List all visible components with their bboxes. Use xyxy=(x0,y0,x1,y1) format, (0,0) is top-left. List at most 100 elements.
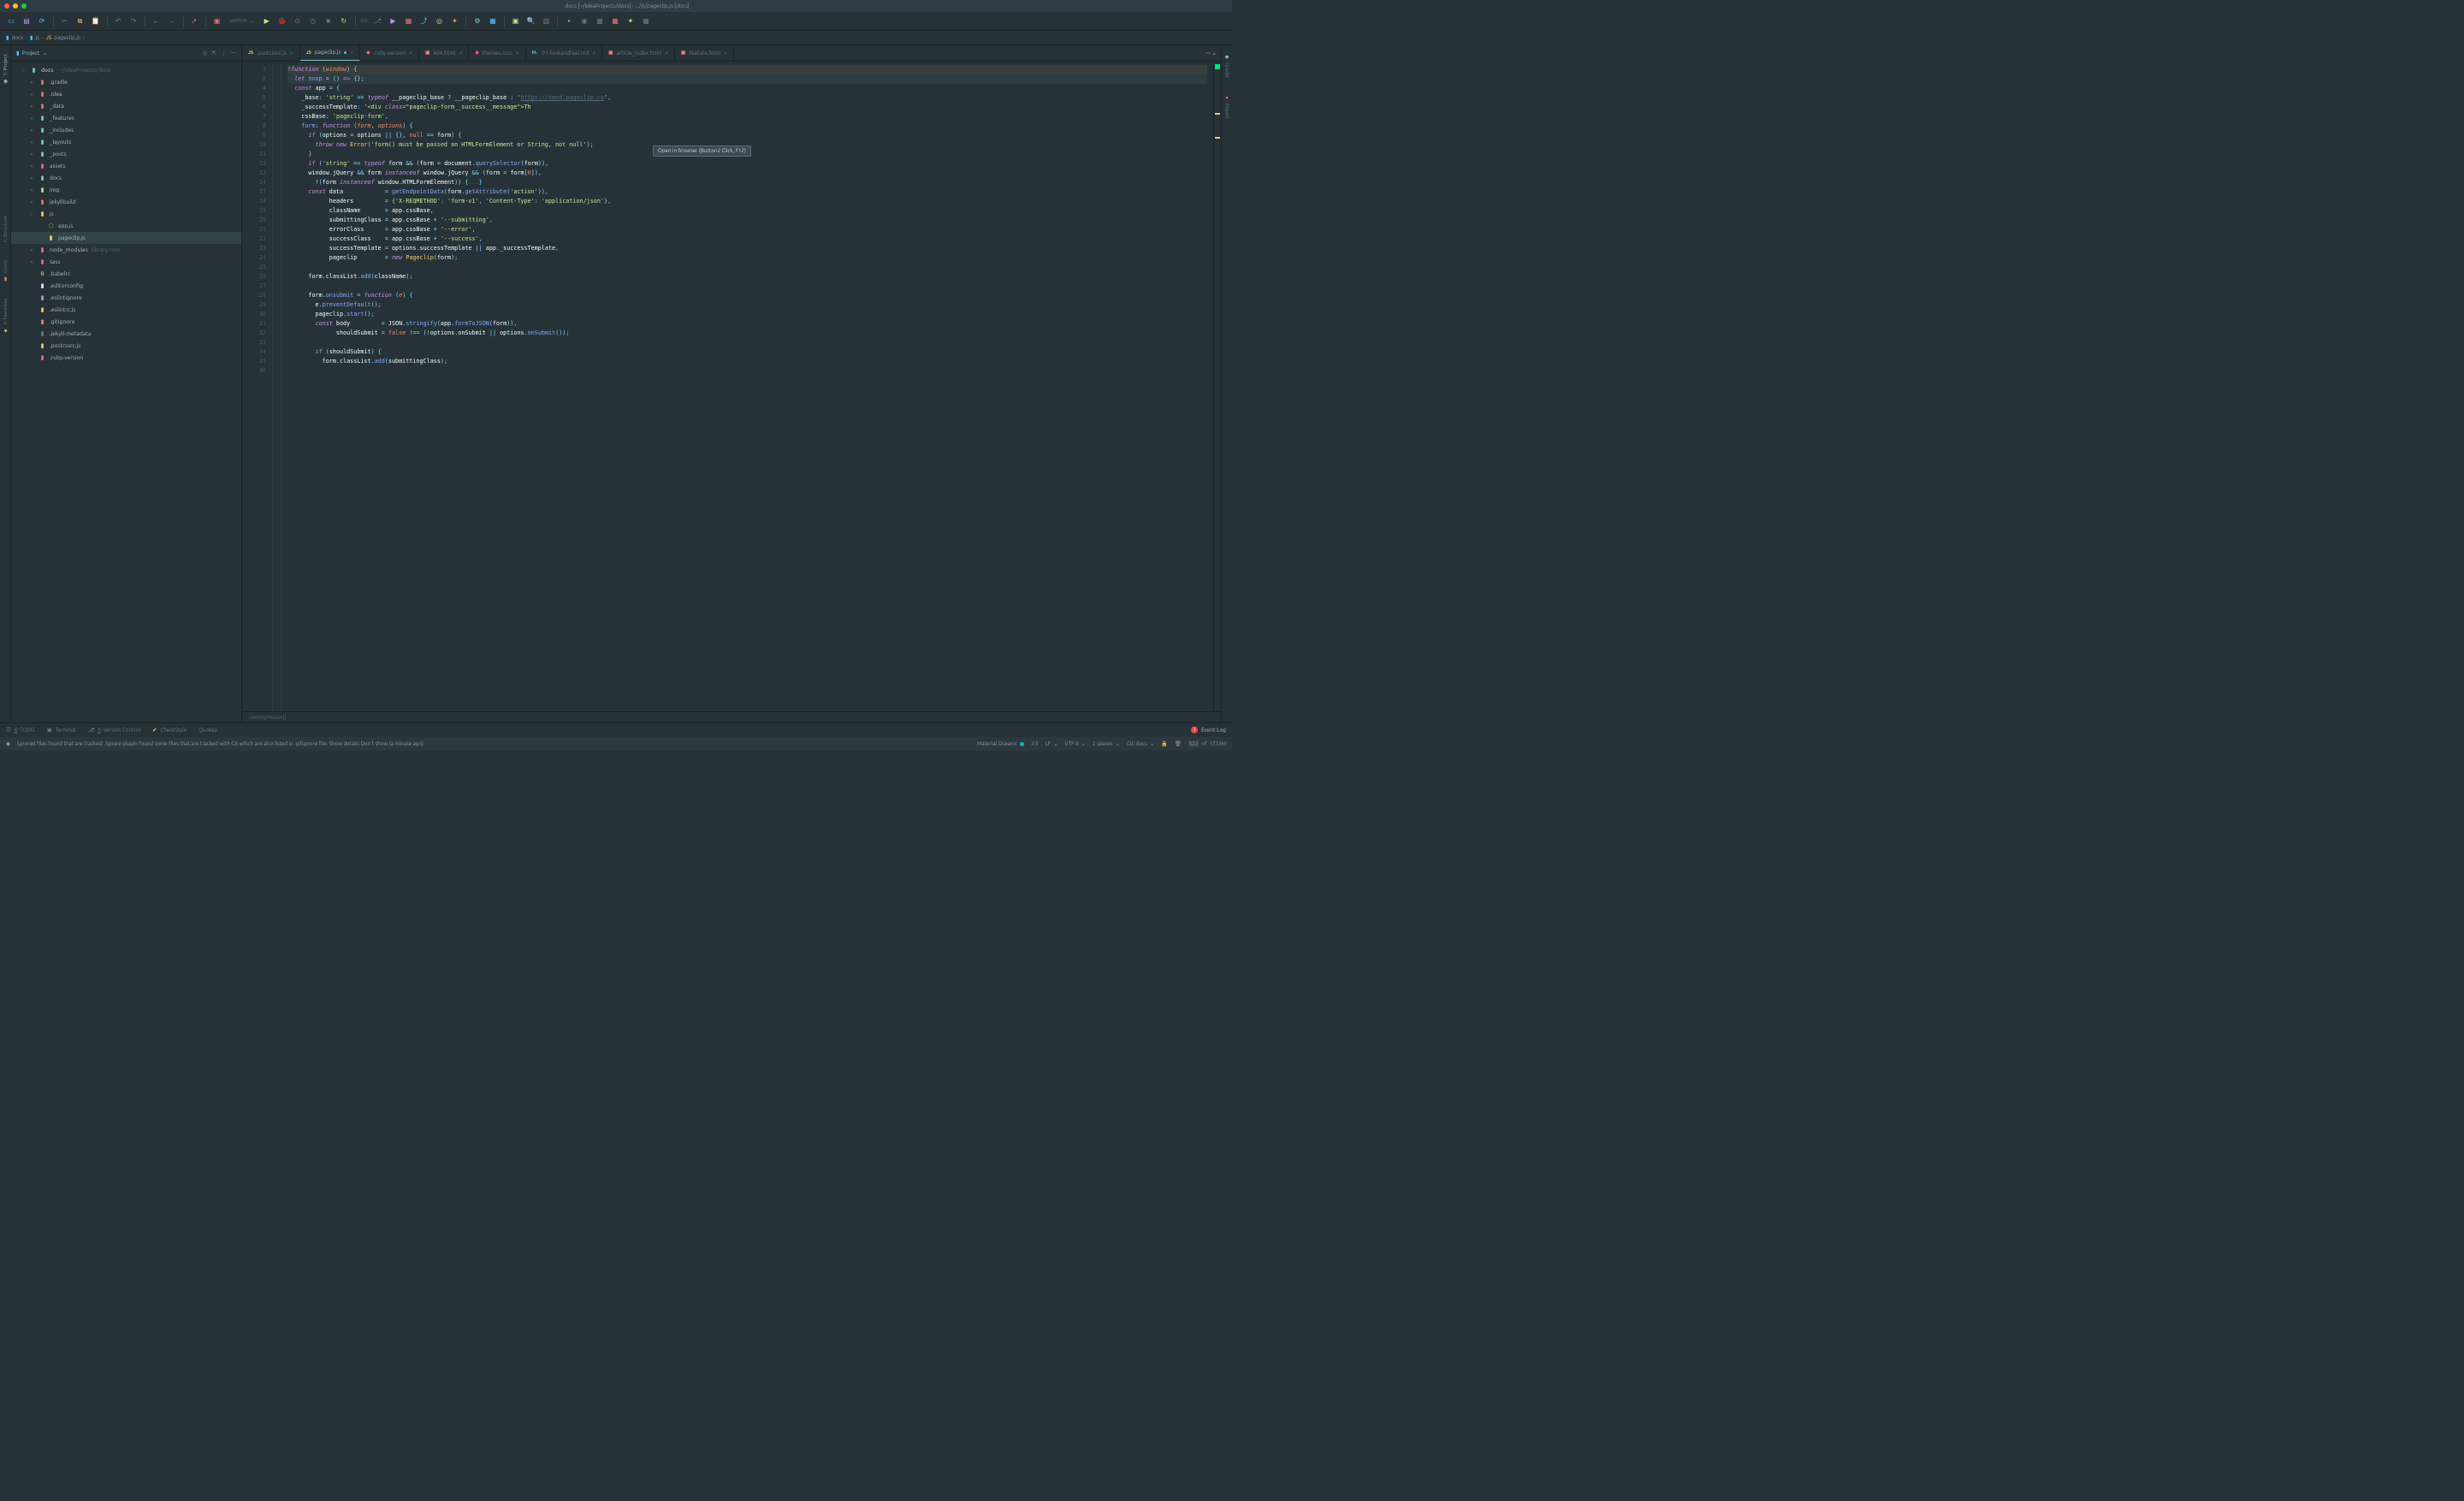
expand-arrow-icon[interactable]: + xyxy=(30,247,35,253)
project-tree[interactable]: − ▮ docs ~/IdeaProjects/docs +▮.gradle+▮… xyxy=(11,62,241,722)
code-editor[interactable]: 1245678910111213141718192021222324252627… xyxy=(242,62,1221,711)
tree-file[interactable]: ▮.editorconfig xyxy=(11,280,241,292)
tree-file[interactable]: ▮.postcssrc.js xyxy=(11,340,241,352)
vcs-push-button[interactable]: ⤴ xyxy=(418,15,429,27)
tree-folder[interactable]: +▮_layouts xyxy=(11,136,241,148)
minimap-button[interactable]: ▥ xyxy=(540,15,552,27)
expand-arrow-icon[interactable]: + xyxy=(30,163,35,169)
event-log-button[interactable]: 3 Event Log xyxy=(1191,727,1226,733)
paste-button[interactable]: 📋 xyxy=(90,15,102,27)
tool-button-2[interactable]: ◉ xyxy=(578,15,590,27)
tool-button-3[interactable]: ▦ xyxy=(594,15,606,27)
tool-button-5[interactable]: ✦ xyxy=(625,15,637,27)
tree-folder[interactable]: +▮_includes xyxy=(11,124,241,136)
tree-file[interactable]: ▮pageclip.js xyxy=(11,232,241,244)
rerun-button[interactable]: ↻ xyxy=(338,15,350,27)
editor-tab[interactable]: M↓01-lookandfeel.md× xyxy=(526,45,603,61)
status-message[interactable]: Ignored files found that are tracked: .i… xyxy=(17,741,970,747)
editor-tab[interactable]: JSpageclip.js× xyxy=(300,45,361,61)
tree-file[interactable]: ⬡app.js xyxy=(11,220,241,232)
git-branch-selector[interactable]: Git: docs⌄ xyxy=(1127,741,1154,747)
stop-icon[interactable]: ▣ xyxy=(211,15,223,27)
cursor-position[interactable]: 3:5 xyxy=(1031,741,1039,747)
grid-button[interactable]: ▦ xyxy=(487,15,499,27)
tool-button-1[interactable]: ▪ xyxy=(563,15,575,27)
tree-file[interactable]: ▮.ruby-version xyxy=(11,352,241,364)
tool-button-6[interactable]: ▦ xyxy=(640,15,652,27)
fold-gutter[interactable] xyxy=(273,62,281,711)
sync-button[interactable]: ⟳ xyxy=(36,15,48,27)
gradle-tool-tab[interactable]: ◆Gradle xyxy=(1224,54,1230,78)
run-button[interactable]: ▶ xyxy=(261,15,273,27)
maven-tool-tab[interactable]: ▾Maven xyxy=(1224,95,1230,119)
tree-file[interactable]: ▮.gitignore xyxy=(11,316,241,328)
terminal-button[interactable]: ▣ xyxy=(509,15,521,27)
encoding-selector[interactable]: UTF-8⌄ xyxy=(1064,741,1086,747)
grunt-tool-tab[interactable]: ▮Grunt xyxy=(3,260,9,282)
terminal-tool-tab[interactable]: ▣Terminal xyxy=(47,727,76,733)
collapse-icon[interactable]: ⇱ xyxy=(212,50,216,56)
tree-folder[interactable]: +▮_posts xyxy=(11,148,241,160)
cut-button[interactable]: ✂ xyxy=(59,15,71,27)
breadcrumb-item[interactable]: ▮ docs › xyxy=(6,34,27,41)
close-tab-icon[interactable]: × xyxy=(459,50,463,56)
vcs-branch-button[interactable]: ⎇ xyxy=(371,15,383,27)
trash-icon[interactable]: 🗑 xyxy=(1175,740,1182,747)
search-button[interactable]: 🔍 xyxy=(524,15,536,27)
coverage-button[interactable]: ⊙ xyxy=(292,15,304,27)
status-link[interactable]: Don't show xyxy=(361,741,388,747)
theme-selector[interactable]: Material Oceanic xyxy=(977,741,1024,747)
tree-file[interactable]: ▮.jekyll-metadata xyxy=(11,328,241,340)
run-config-selector[interactable]: WATCH ⌄ xyxy=(227,17,258,25)
build-button[interactable]: ➚ xyxy=(188,15,200,27)
close-tab-icon[interactable]: × xyxy=(350,50,353,56)
vcs-history-button[interactable]: ▦ xyxy=(402,15,414,27)
forward-button[interactable]: → xyxy=(166,15,178,27)
breadcrumb-item[interactable]: JS pageclip.js › xyxy=(46,35,85,41)
open-button[interactable]: ▭ xyxy=(5,15,17,27)
vcs-commit-button[interactable]: ▶ xyxy=(387,15,399,27)
checkstyle-tool-tab[interactable]: ✔CheckStyle xyxy=(152,727,187,733)
tree-root[interactable]: − ▮ docs ~/IdeaProjects/docs xyxy=(11,64,241,76)
expand-arrow-icon[interactable]: − xyxy=(30,211,35,217)
tree-folder[interactable]: +▮sass xyxy=(11,256,241,268)
tree-folder[interactable]: +▮node_modules library root xyxy=(11,244,241,256)
marker-icon[interactable] xyxy=(1215,137,1220,139)
collapse-arrow-icon[interactable]: − xyxy=(21,68,27,74)
structure-tool-tab[interactable]: 7: Structure xyxy=(3,216,9,243)
todo-tool-tab[interactable]: ☰6: TODO xyxy=(6,727,35,733)
expand-arrow-icon[interactable]: + xyxy=(30,259,35,265)
back-button[interactable]: ← xyxy=(151,15,163,27)
editor-tab[interactable]: ▣article_index.html× xyxy=(602,45,675,61)
editor-tab[interactable]: ▣404.html× xyxy=(419,45,469,61)
tree-file[interactable]: B.babelrc xyxy=(11,268,241,280)
tree-file[interactable]: ▮.eslintignore xyxy=(11,292,241,304)
notification-icon[interactable]: ◆ xyxy=(6,741,10,747)
editor-tab[interactable]: ◆.ruby-version× xyxy=(360,45,419,61)
close-tab-icon[interactable]: × xyxy=(409,50,412,56)
close-window-button[interactable] xyxy=(4,3,9,9)
close-tab-icon[interactable]: × xyxy=(290,50,293,56)
marker-icon[interactable] xyxy=(1215,113,1220,115)
settings-button[interactable]: ⚙ xyxy=(471,15,483,27)
close-tab-icon[interactable]: × xyxy=(665,50,668,56)
line-gutter[interactable]: 1245678910111213141718192021222324252627… xyxy=(242,62,273,711)
debug-button[interactable]: 🐞 xyxy=(276,15,288,27)
close-tab-icon[interactable]: × xyxy=(516,50,519,56)
tree-folder[interactable]: +▮jekyllbuild xyxy=(11,196,241,208)
memory-indicator[interactable]: 522 of 1733M xyxy=(1188,741,1226,747)
tree-folder[interactable]: +▮docs xyxy=(11,172,241,184)
tree-folder[interactable]: +▮_features xyxy=(11,112,241,124)
editor-tab[interactable]: JS.postcssrc.js× xyxy=(242,45,300,61)
undo-button[interactable]: ↶ xyxy=(112,15,124,27)
project-tool-tab[interactable]: ◉1: Project xyxy=(3,54,9,85)
expand-arrow-icon[interactable]: + xyxy=(30,187,35,193)
expand-arrow-icon[interactable]: + xyxy=(30,128,35,133)
tree-folder[interactable]: −▮js xyxy=(11,208,241,220)
tree-folder[interactable]: +▮assets xyxy=(11,160,241,172)
tree-folder[interactable]: +▮_data xyxy=(11,100,241,112)
lock-icon[interactable]: 🔒 xyxy=(1161,740,1168,747)
favorites-tool-tab[interactable]: ★2: Favorites xyxy=(3,299,9,334)
profile-button[interactable]: ◷ xyxy=(307,15,319,27)
expand-arrow-icon[interactable]: + xyxy=(30,116,35,122)
